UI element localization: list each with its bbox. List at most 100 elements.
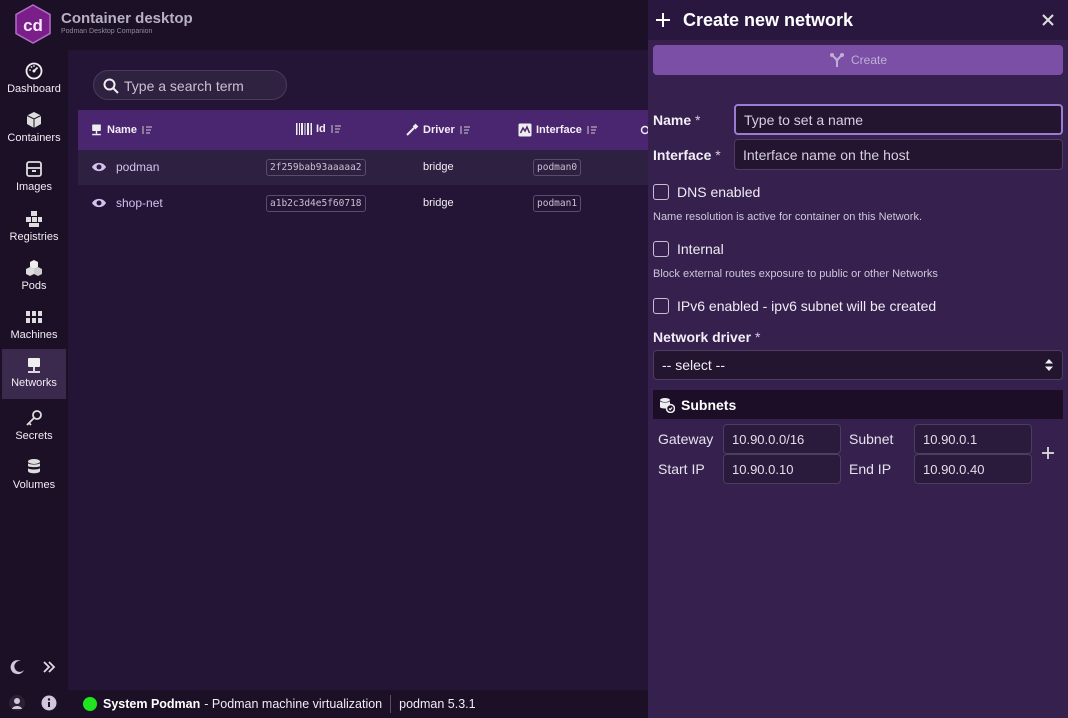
engine-name: System Podman — [103, 697, 201, 711]
sidebar-item-label: Volumes — [12, 479, 56, 491]
sidebar: Dashboard Containers Images Registries P… — [0, 50, 68, 690]
create-network-drawer: Create new network Create Name * Interfa… — [648, 0, 1068, 718]
sidebar-item-networks[interactable]: Networks — [2, 349, 66, 399]
column-label: Id — [316, 123, 326, 135]
start-ip-label: Start IP — [658, 461, 705, 477]
table-header: Name Id Driver Interface — [78, 110, 648, 150]
app-subtitle: Podman Desktop Companion — [61, 28, 153, 35]
cube-icon — [26, 112, 42, 128]
driver-label: Network driver * — [653, 329, 760, 345]
subnet-icon — [660, 397, 675, 413]
search-box — [93, 70, 287, 100]
chevrons-right-icon[interactable] — [42, 660, 56, 674]
sidebar-item-label: Registries — [9, 231, 59, 243]
gauge-icon — [25, 62, 43, 80]
fork-icon — [829, 53, 844, 67]
driver-select-value: -- select -- — [662, 357, 725, 373]
required-mark: * — [754, 329, 761, 345]
search-input[interactable] — [124, 76, 279, 96]
info-icon[interactable] — [41, 695, 57, 711]
dns-help: Name resolution is active for container … — [653, 211, 923, 223]
drawer-title: Create new network — [683, 10, 854, 30]
network-icon — [28, 358, 40, 373]
sidebar-item-volumes[interactable]: Volumes — [2, 451, 66, 501]
network-id: 2f259bab93aaaaa2 — [266, 159, 366, 176]
sort-icon — [460, 126, 470, 134]
subnets-header: Subnets — [653, 390, 1063, 419]
end-ip-input[interactable] — [914, 454, 1032, 484]
internal-checkbox[interactable] — [653, 241, 669, 257]
dns-checkbox[interactable] — [653, 184, 669, 200]
sidebar-item-registries[interactable]: Registries — [2, 203, 66, 253]
table-row[interactable]: podman 2f259bab93aaaaa2 bridge podman0 — [78, 150, 648, 185]
dns-label: DNS enabled — [677, 184, 761, 200]
subnet-input[interactable] — [914, 424, 1032, 454]
name-label-text: Name — [653, 112, 692, 128]
drawer-header: Create new network — [648, 0, 1068, 40]
column-interface[interactable]: Interface — [518, 123, 598, 137]
network-driver: bridge — [423, 197, 454, 209]
network-icon — [92, 124, 101, 136]
network-interface: podman0 — [533, 159, 582, 176]
sidebar-item-machines[interactable]: Machines — [2, 301, 66, 351]
required-mark: * — [695, 112, 701, 128]
name-field[interactable] — [734, 104, 1063, 135]
sidebar-item-pods[interactable]: Pods — [2, 252, 66, 302]
network-name[interactable]: shop-net — [116, 196, 163, 210]
column-name[interactable]: Name — [90, 123, 153, 136]
sidebar-item-secrets[interactable]: Secrets — [2, 402, 66, 452]
interface-field[interactable] — [734, 139, 1063, 170]
network-interface: podman1 — [533, 195, 582, 212]
driver-select[interactable]: -- select -- — [653, 350, 1063, 380]
column-driver[interactable]: Driver — [405, 123, 471, 137]
close-icon[interactable] — [1040, 12, 1056, 28]
sidebar-item-label: Pods — [21, 280, 47, 292]
sidebar-item-label: Images — [15, 181, 53, 193]
status-bar: System Podman - Podman machine virtualiz… — [68, 690, 648, 718]
network-name[interactable]: podman — [116, 160, 159, 174]
cubes-icon — [26, 260, 42, 276]
required-mark: * — [715, 147, 721, 163]
database-icon — [28, 459, 40, 474]
column-label: Name — [107, 123, 137, 136]
engine-description: - Podman machine virtualization — [204, 697, 383, 711]
create-button-label: Create — [850, 53, 888, 67]
gateway-input[interactable] — [723, 424, 841, 454]
grid-icon — [26, 211, 42, 227]
sort-icon — [331, 125, 341, 133]
column-label: Driver — [423, 124, 455, 136]
divider — [390, 695, 392, 713]
ipv6-label: IPv6 enabled - ipv6 subnet will be creat… — [677, 298, 937, 314]
engine-version: podman 5.3.1 — [399, 697, 476, 711]
gateway-label: Gateway — [658, 431, 714, 447]
barcode-icon — [296, 123, 312, 135]
status-indicator — [83, 697, 97, 711]
networks-list-area: Name Id Driver Interface podman 2f259bab… — [68, 50, 648, 690]
sidebar-item-label: Networks — [11, 377, 57, 389]
sort-icon — [142, 125, 152, 134]
driver-label-text: Network driver — [653, 329, 752, 345]
create-button[interactable]: Create — [653, 45, 1063, 75]
sidebar-item-images[interactable]: Images — [2, 153, 66, 203]
chart-box-icon — [518, 123, 532, 137]
eye-icon[interactable] — [91, 161, 107, 173]
interface-label: Interface * — [653, 147, 721, 163]
sort-icon — [587, 126, 597, 134]
internal-label: Internal — [677, 241, 724, 257]
seal-icon[interactable] — [8, 694, 26, 712]
ipv6-checkbox[interactable] — [653, 298, 669, 314]
sidebar-item-dashboard[interactable]: Dashboard — [2, 55, 66, 105]
brand-bar: cd Container desktop Podman Desktop Comp… — [0, 0, 648, 50]
sidebar-item-label: Machines — [10, 329, 58, 341]
column-id[interactable]: Id — [296, 123, 342, 135]
table-row[interactable]: shop-net a1b2c3d4e5f60718 bridge podman1 — [78, 186, 648, 221]
sidebar-item-label: Containers — [7, 132, 61, 144]
eye-icon[interactable] — [91, 197, 107, 209]
start-ip-input[interactable] — [723, 454, 841, 484]
add-subnet-icon[interactable] — [1041, 446, 1055, 460]
screwdriver-icon — [406, 123, 419, 136]
moon-icon[interactable] — [10, 659, 26, 675]
box-icon — [26, 161, 42, 177]
sidebar-item-containers[interactable]: Containers — [2, 104, 66, 154]
select-caret-icon — [1045, 359, 1053, 371]
